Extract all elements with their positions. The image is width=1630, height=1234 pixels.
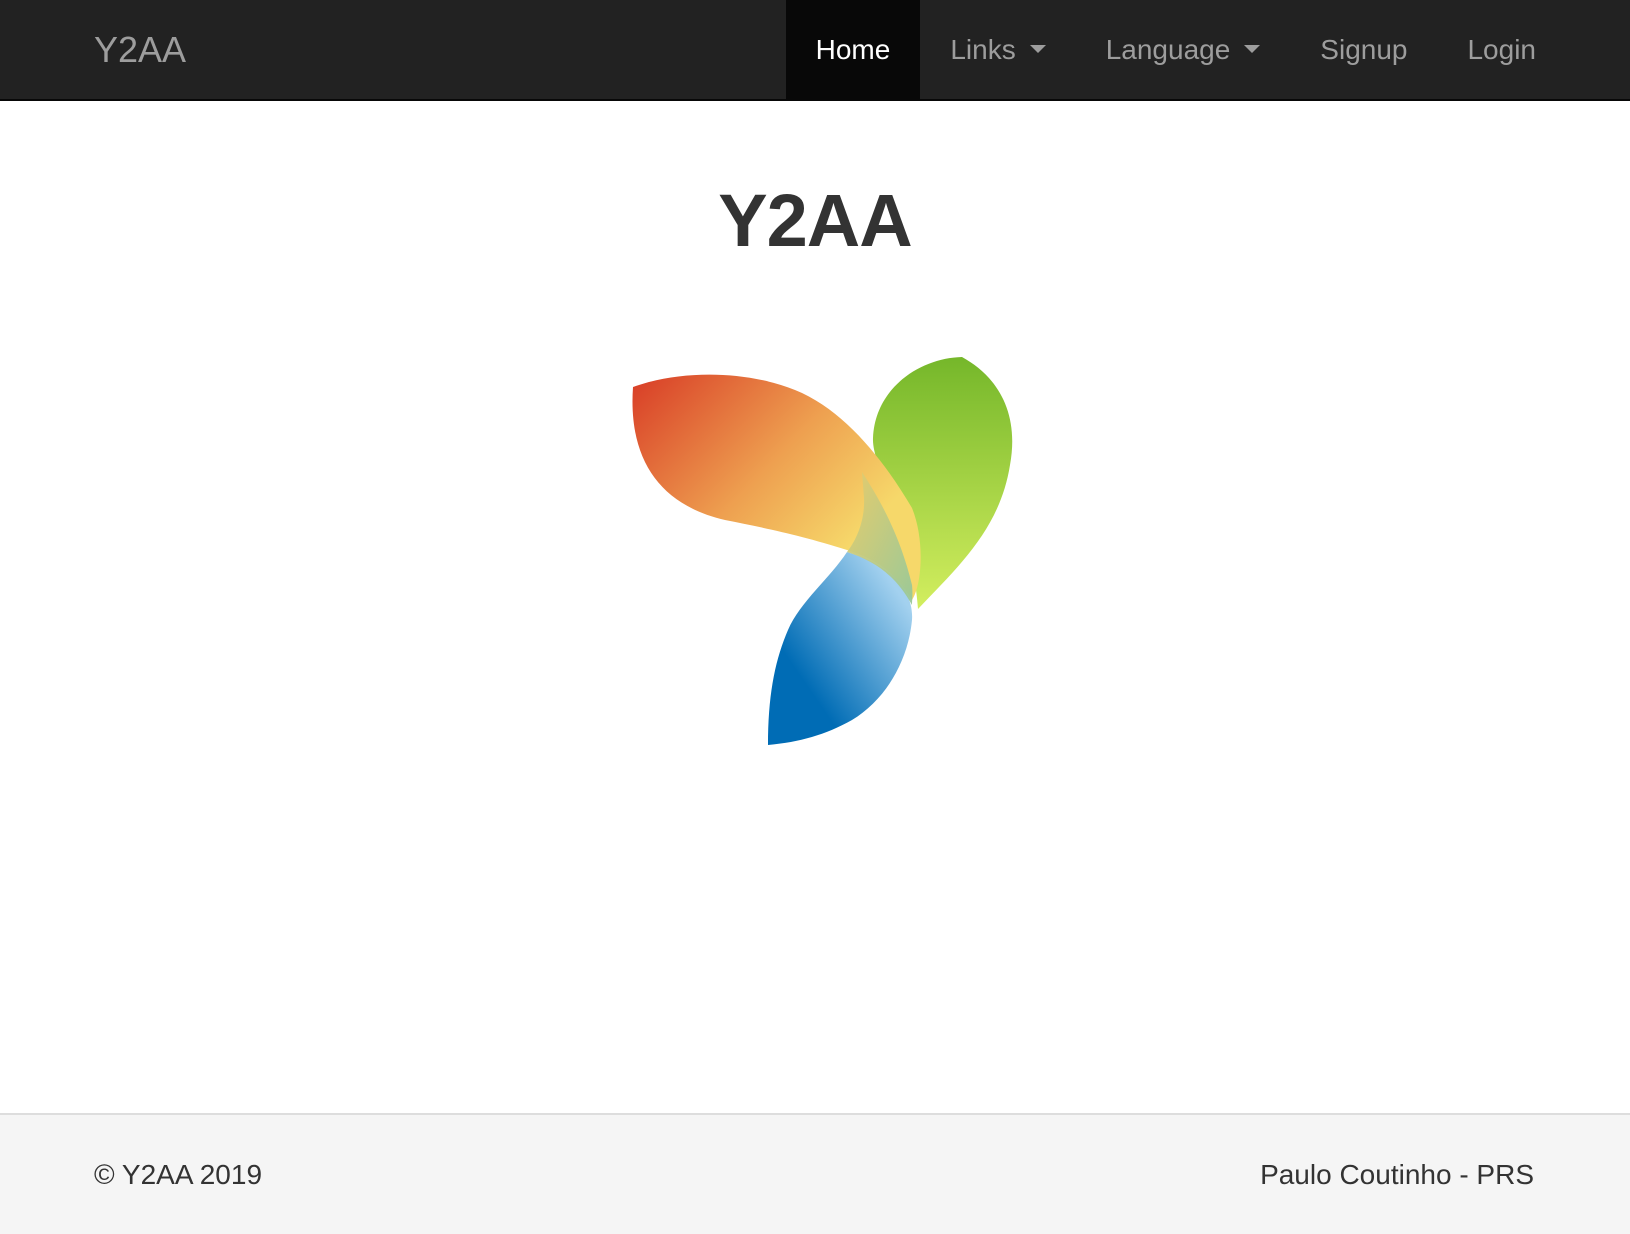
nav-item-signup[interactable]: Signup [1290,0,1437,99]
page-title: Y2AA [718,179,912,262]
nav-item-links-dropdown[interactable]: Links [920,0,1075,99]
yii-framework-logo-icon [632,357,1013,745]
navbar-menu: Home Links Language Signup Login [785,0,1630,99]
navbar-brand[interactable]: Y2AA [94,0,186,99]
nav-item-links-label: Links [950,34,1016,65]
footer-author: Paulo Coutinho - PRS [1260,1159,1534,1190]
nav-item-language-dropdown[interactable]: Language [1076,0,1291,99]
nav-item-signup-label: Signup [1320,34,1408,65]
caret-down-icon [1244,44,1261,53]
top-navbar: Y2AA Home Links Language Signup Login [0,0,1630,101]
page: Y2AA Home Links Language Signup Login Y2… [0,0,1630,1234]
logo-blue-leaf [768,552,913,745]
nav-item-login[interactable]: Login [1437,0,1566,99]
nav-item-home-label: Home [815,34,891,65]
nav-item-language-label: Language [1105,34,1231,65]
caret-down-icon [1029,44,1046,53]
nav-item-home[interactable]: Home [785,0,921,99]
footer-copyright: © Y2AA 2019 [94,1159,263,1190]
page-footer: © Y2AA 2019 Paulo Coutinho - PRS [0,1113,1630,1234]
nav-item-login-label: Login [1467,34,1536,65]
